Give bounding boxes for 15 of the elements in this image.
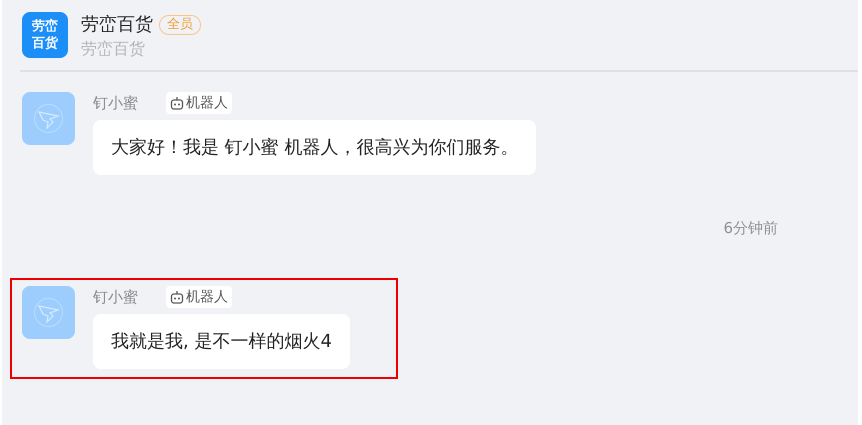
avatar-icon[interactable] [22,92,75,145]
tag-label: 机器人 [186,94,228,112]
timestamp: 6分钟前 [723,219,778,238]
group-logo: 劳峦百货 [22,12,68,58]
robot-icon [170,290,184,304]
robot-icon [170,96,184,110]
sender-name: 钉小蜜 [93,94,138,112]
sender-name: 钉小蜜 [93,288,138,306]
message-bubble: 大家好！我是 钉小蜜 机器人，很高兴为你们服务。 [93,120,536,175]
message-bubble: 我就是我, 是不一样的烟火4 [93,314,350,369]
tag-label: 机器人 [186,288,228,306]
chat-title: 劳峦百货 [81,13,153,37]
chat-subtitle: 劳峦百货 [81,38,146,60]
member-badge: 全员 [159,15,201,35]
avatar-icon[interactable] [22,286,75,339]
